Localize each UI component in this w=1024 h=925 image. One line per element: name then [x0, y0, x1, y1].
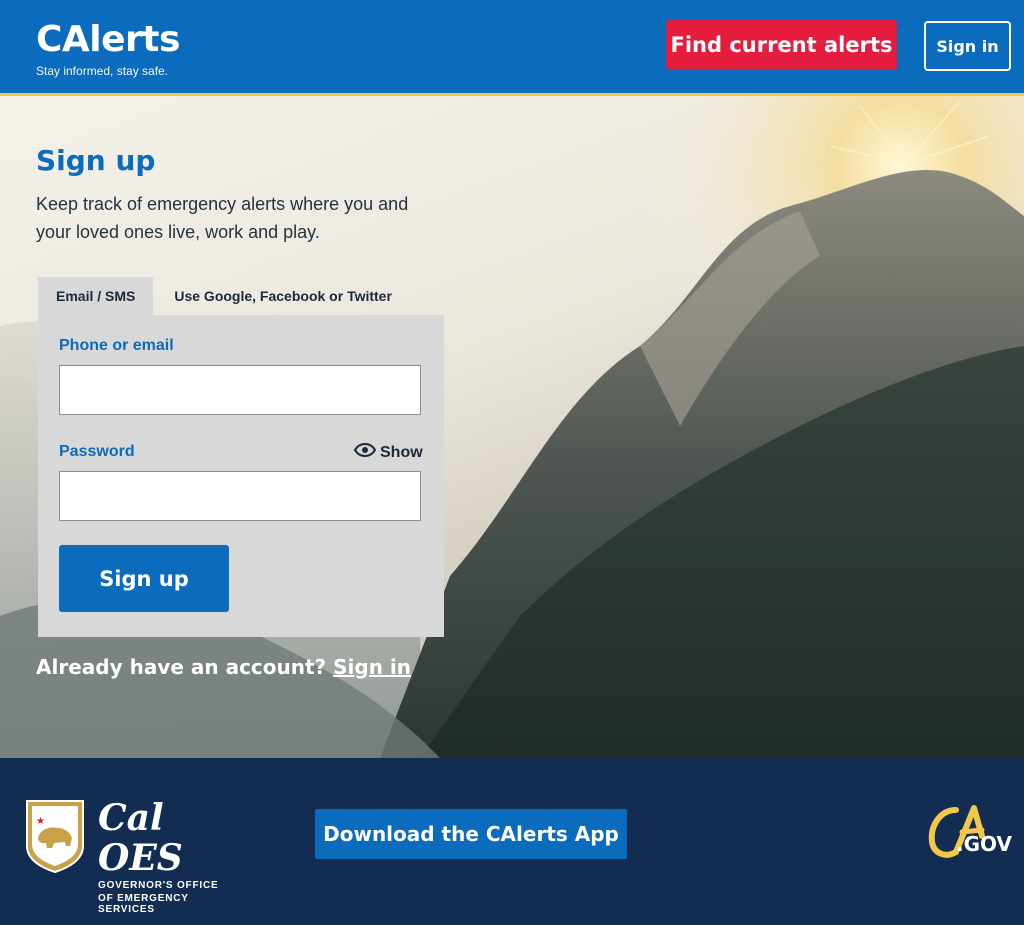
- signup-intro: Keep track of emergency alerts where you…: [36, 194, 409, 242]
- cal-oes-shield-icon: ★: [26, 800, 84, 874]
- tab-email-sms[interactable]: Email / SMS: [38, 277, 154, 315]
- calerts-logo[interactable]: CAlerts Stay informed, stay safe.: [36, 18, 180, 78]
- download-app-button[interactable]: Download the CAlerts App: [315, 809, 627, 859]
- cal-oes-name: Cal OES: [98, 797, 183, 879]
- site-header: CAlerts Stay informed, stay safe. Find c…: [0, 0, 1024, 96]
- password-label: Password: [59, 443, 135, 460]
- cal-oes-logo[interactable]: ★ Cal OES GOVERNOR'S OFFICE OF EMERGENCY…: [24, 798, 244, 915]
- eye-icon: [353, 442, 377, 462]
- svg-text:★: ★: [36, 816, 45, 827]
- ca-gov-text: .GOV: [956, 832, 1012, 856]
- hero-section: Sign up Keep track of emergency alerts w…: [0, 96, 1024, 758]
- sign-in-link[interactable]: Sign in: [333, 655, 411, 679]
- sign-up-button[interactable]: Sign up: [59, 545, 229, 612]
- phone-email-input[interactable]: [59, 365, 421, 415]
- cal-oes-sub-line1: GOVERNOR'S OFFICE: [98, 880, 219, 891]
- already-prompt: Already have an account?: [36, 655, 327, 679]
- show-password-toggle[interactable]: Show: [353, 442, 423, 462]
- logo-tagline: Stay informed, stay safe.: [36, 64, 169, 78]
- logo-wordmark: CAlerts: [36, 19, 180, 60]
- password-input[interactable]: [59, 471, 421, 521]
- signup-title: Sign up: [36, 144, 156, 177]
- show-label: Show: [380, 443, 423, 461]
- phone-email-label: Phone or email: [59, 337, 174, 354]
- tab-social-login[interactable]: Use Google, Facebook or Twitter: [153, 277, 410, 315]
- cal-oes-wordmark: Cal OES GOVERNOR'S OFFICE OF EMERGENCY S…: [98, 798, 244, 915]
- ca-gov-logo[interactable]: .GOV: [926, 802, 1012, 866]
- signup-tabs: Email / SMS Use Google, Facebook or Twit…: [38, 277, 410, 315]
- find-current-alerts-button[interactable]: Find current alerts: [666, 20, 897, 70]
- cal-oes-sub-line2: OF EMERGENCY SERVICES: [98, 893, 189, 915]
- header-sign-in-button[interactable]: Sign in: [924, 21, 1011, 71]
- already-account-text: Already have an account? Sign in: [36, 655, 411, 679]
- signup-form: Phone or email Password Show Sign up: [38, 315, 444, 637]
- site-footer: ★ Cal OES GOVERNOR'S OFFICE OF EMERGENCY…: [0, 758, 1024, 925]
